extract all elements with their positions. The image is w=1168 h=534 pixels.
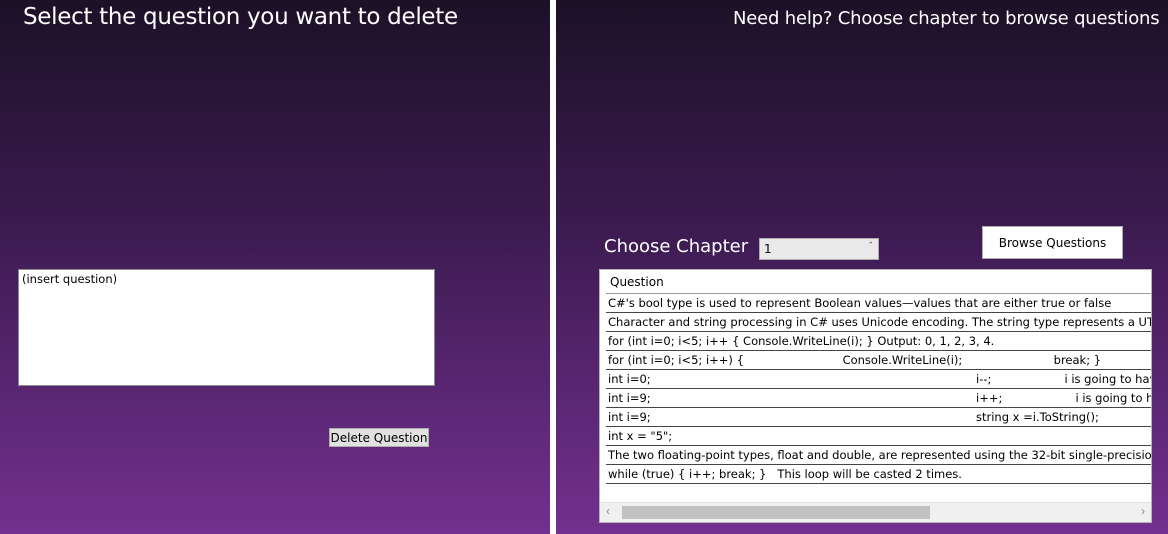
- browse-panel-title: Need help? Choose chapter to browse ques…: [733, 8, 1160, 29]
- grid-body: C#'s bool type is used to represent Bool…: [606, 294, 1151, 503]
- scroll-left-icon[interactable]: ‹: [606, 504, 610, 518]
- table-row[interactable]: for (int i=0; i<5; i++ { Console.WriteLi…: [606, 332, 1151, 351]
- table-row[interactable]: int i=9; i++; i is going to have the val…: [606, 389, 1151, 408]
- table-row[interactable]: int x = "5";: [606, 427, 1151, 446]
- table-row[interactable]: int i=9; string x =i.ToString();: [606, 408, 1151, 427]
- browse-questions-button[interactable]: Browse Questions: [982, 226, 1123, 259]
- chapter-dropdown-value: 1: [764, 242, 772, 256]
- horizontal-scrollbar[interactable]: ‹ ›: [600, 502, 1151, 522]
- grid-column-header-question[interactable]: Question: [606, 270, 1151, 294]
- table-row[interactable]: C#'s bool type is used to represent Bool…: [606, 294, 1151, 313]
- delete-question-panel: Select the question you want to delete (…: [0, 0, 550, 534]
- table-row[interactable]: The two floating-point types, float and …: [606, 446, 1151, 465]
- question-input[interactable]: (insert question): [18, 269, 435, 386]
- table-row[interactable]: while (true) { i++; break; } This loop w…: [606, 465, 1151, 484]
- table-row[interactable]: int i=0; i--; i is going to have the val…: [606, 370, 1151, 389]
- scrollbar-thumb[interactable]: [622, 506, 930, 519]
- chapter-dropdown[interactable]: 1 ˇ: [759, 238, 879, 260]
- browse-questions-panel: Need help? Choose chapter to browse ques…: [556, 0, 1168, 534]
- question-input-value: (insert question): [22, 272, 118, 286]
- choose-chapter-label: Choose Chapter: [604, 236, 749, 257]
- table-row[interactable]: for (int i=0; i<5; i++) { Console.WriteL…: [606, 351, 1151, 370]
- table-new-row[interactable]: [606, 484, 1151, 503]
- delete-panel-title: Select the question you want to delete: [23, 4, 458, 30]
- scroll-right-icon[interactable]: ›: [1141, 504, 1145, 518]
- table-row[interactable]: Character and string processing in C# us…: [606, 313, 1151, 332]
- questions-grid[interactable]: Question C#'s bool type is used to repre…: [599, 269, 1152, 523]
- chevron-down-icon: ˇ: [868, 242, 874, 252]
- delete-question-button[interactable]: Delete Question: [329, 428, 429, 447]
